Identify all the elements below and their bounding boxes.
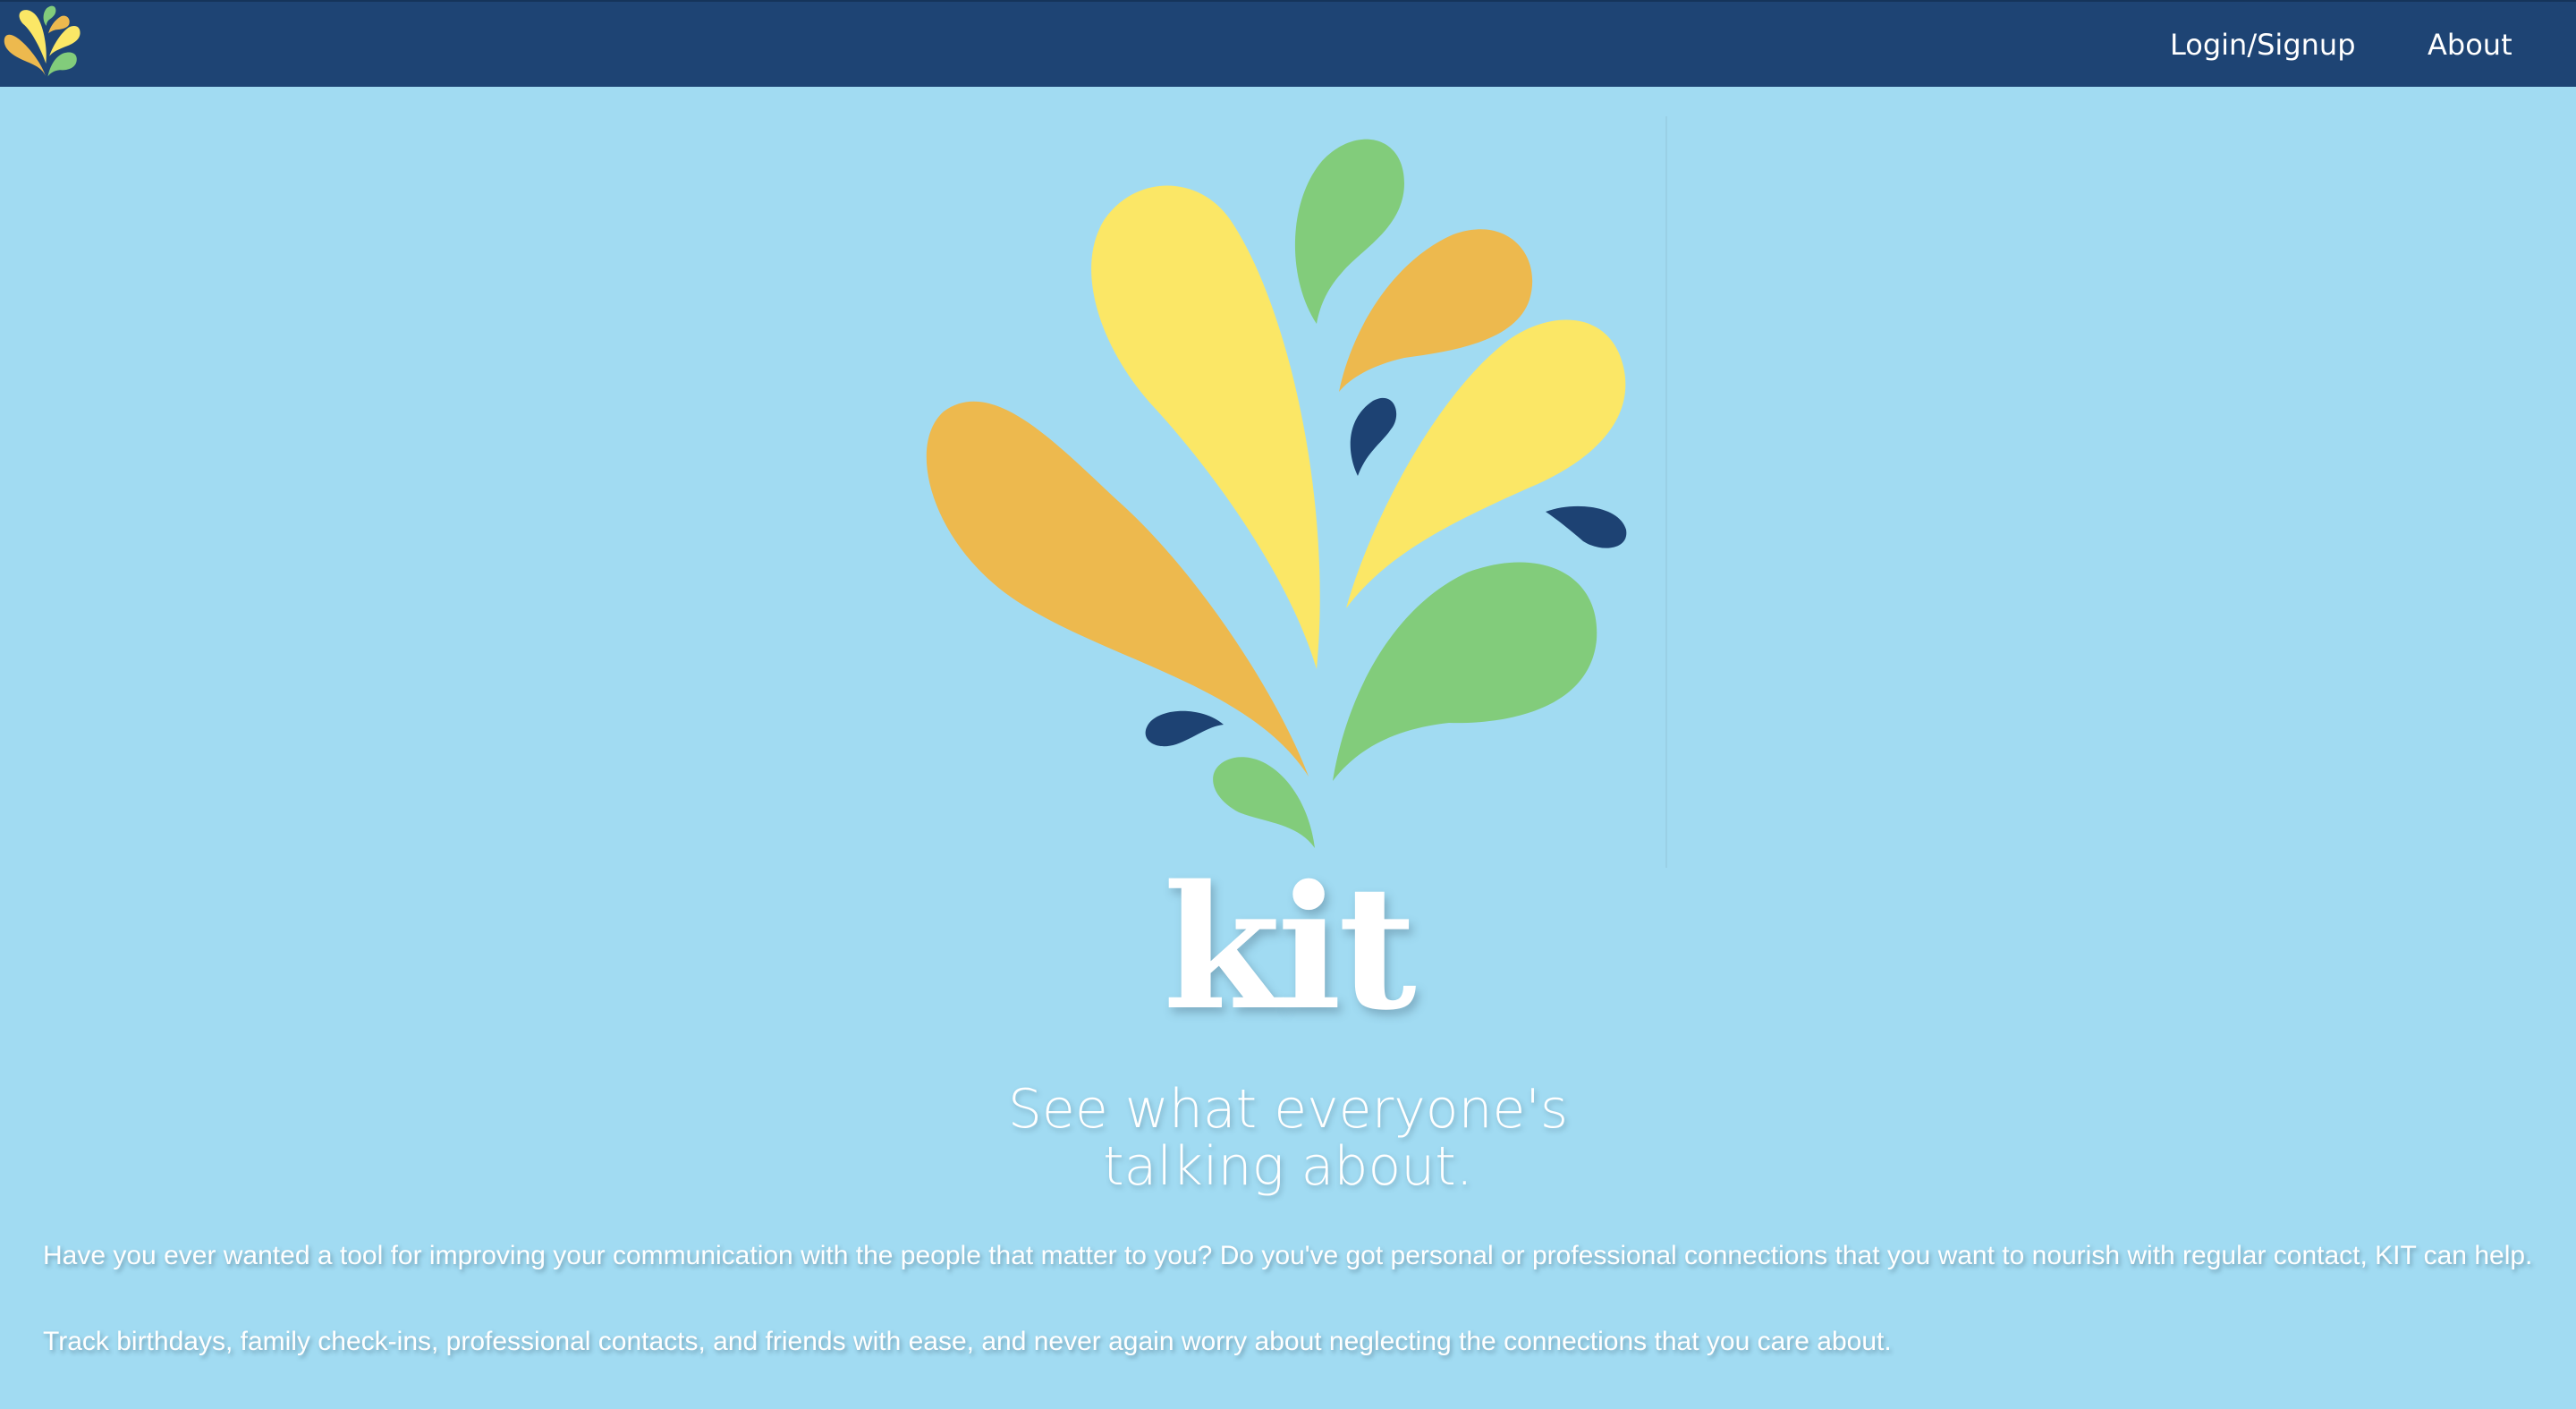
brand-name: kit bbox=[1163, 848, 1417, 1048]
about-link[interactable]: About bbox=[2428, 2, 2512, 89]
intro-paragraph-2: Track birthdays, family check-ins, profe… bbox=[43, 1327, 1892, 1356]
tagline-line-1: See what everyone's bbox=[1007, 1078, 1569, 1141]
login-signup-link[interactable]: Login/Signup bbox=[2170, 2, 2356, 89]
kit-flower-logo-icon[interactable] bbox=[2, 4, 84, 86]
top-navbar: Login/Signup About bbox=[0, 0, 2576, 87]
tagline-line-2: talking about. bbox=[1103, 1135, 1473, 1198]
hero-divider bbox=[1665, 116, 1667, 868]
hero-tagline: See what everyone's talking about. bbox=[0, 1081, 2576, 1195]
intro-paragraph-1: Have you ever wanted a tool for improvin… bbox=[43, 1241, 2533, 1270]
kit-flower-logo-icon bbox=[926, 139, 1627, 848]
